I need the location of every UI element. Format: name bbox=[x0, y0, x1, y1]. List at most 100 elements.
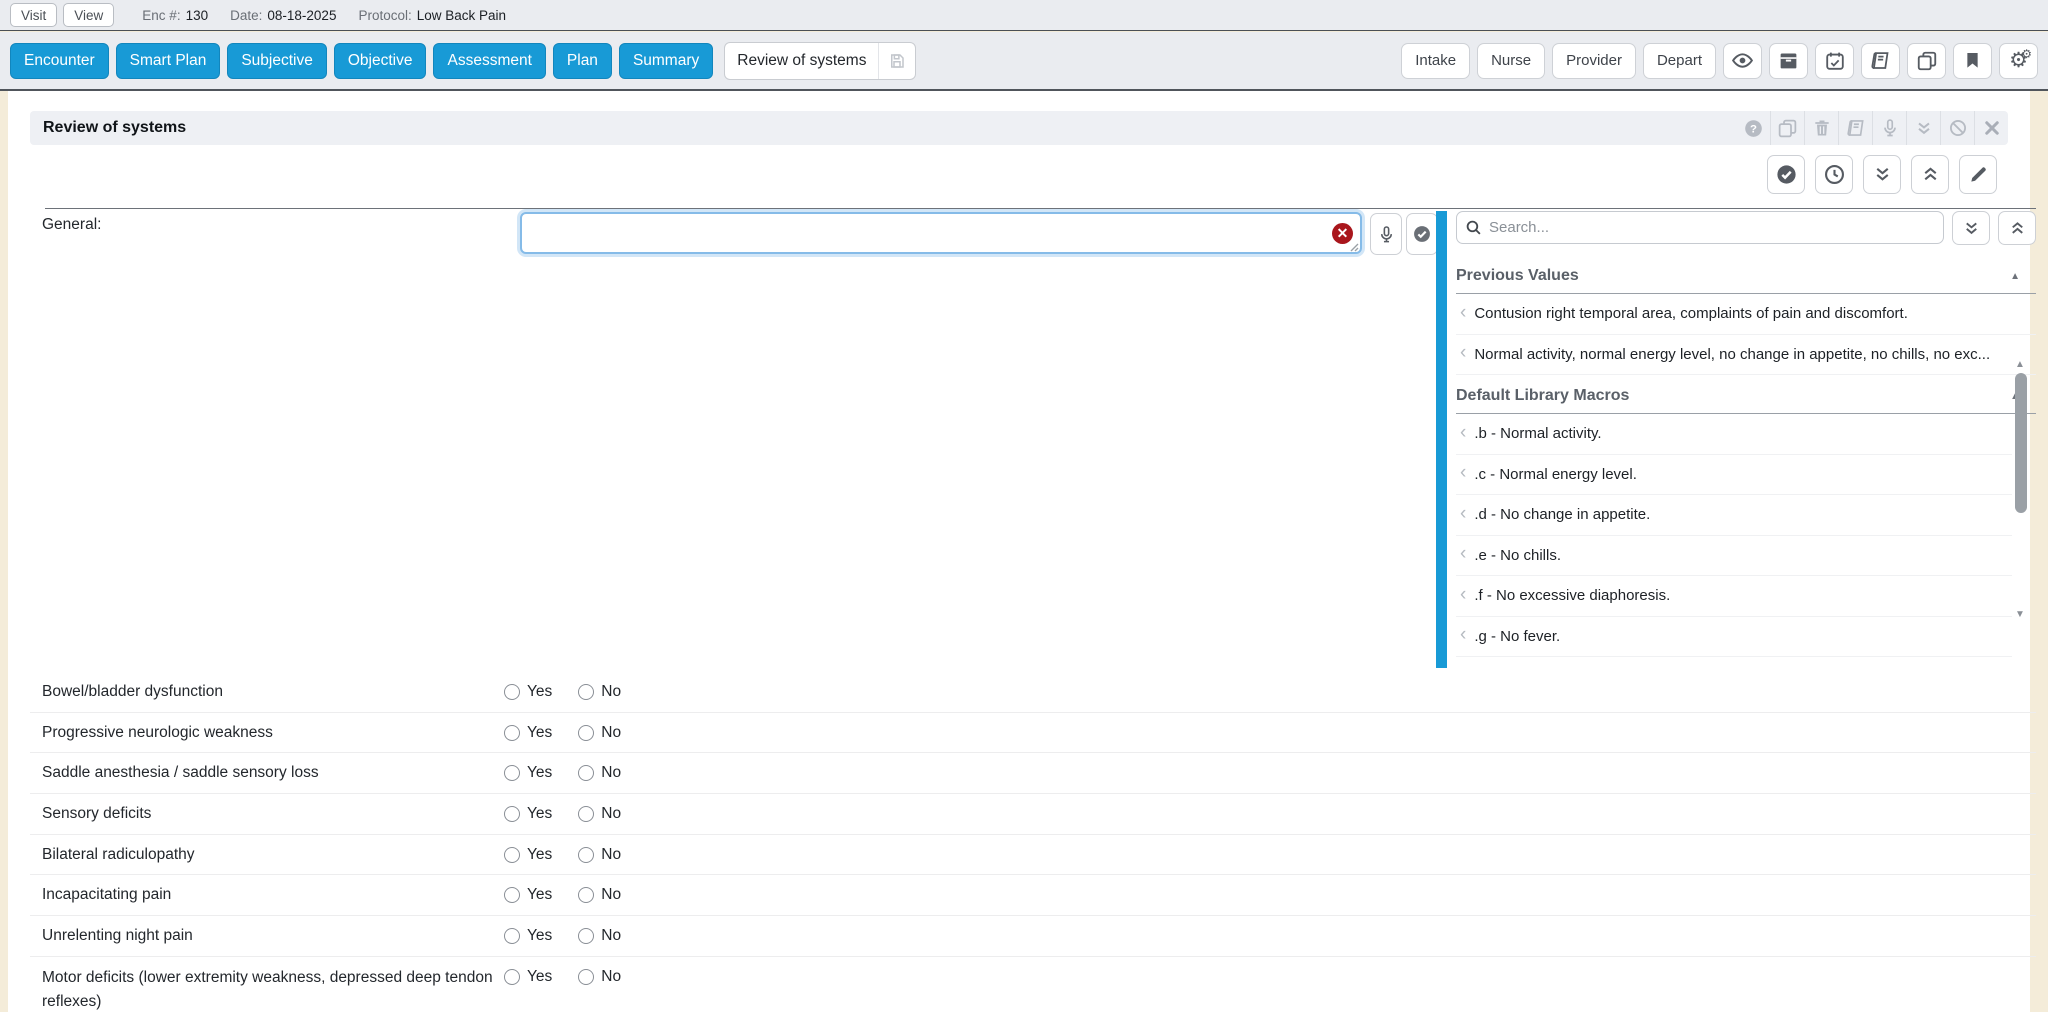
collapse-triangle-icon[interactable]: ▲ bbox=[2010, 271, 2020, 282]
scrollbar-thumb[interactable] bbox=[2015, 373, 2027, 513]
current-page-box[interactable]: Review of systems bbox=[724, 42, 916, 80]
no-radio[interactable]: No bbox=[578, 805, 621, 823]
no-radio[interactable]: No bbox=[578, 764, 621, 782]
collapse-all-button[interactable] bbox=[1911, 155, 1949, 194]
radio-circle-icon[interactable] bbox=[504, 725, 520, 741]
question-label: Saddle anesthesia / saddle sensory loss bbox=[30, 761, 504, 785]
tab-plan[interactable]: Plan bbox=[553, 43, 612, 79]
double-chevron-down-icon bbox=[1962, 219, 1981, 238]
tab-encounter[interactable]: Encounter bbox=[10, 43, 109, 79]
question-label: Incapacitating pain bbox=[30, 883, 504, 907]
yes-radio[interactable]: Yes bbox=[504, 846, 552, 864]
macro-item[interactable]: ‹.g - No fever. bbox=[1456, 617, 2012, 658]
copy-section-button[interactable] bbox=[1770, 111, 1804, 145]
previous-value-item[interactable]: ‹ Normal activity, normal energy level, … bbox=[1456, 335, 2036, 376]
expand-all-button[interactable] bbox=[1863, 155, 1901, 194]
macro-item[interactable]: ‹.b - Normal activity. bbox=[1456, 414, 2012, 455]
no-radio[interactable]: No bbox=[578, 968, 621, 986]
archive-button[interactable] bbox=[1769, 43, 1808, 79]
help-button[interactable]: ? bbox=[1736, 111, 1770, 145]
edit-button[interactable] bbox=[1959, 155, 1997, 194]
radio-circle-icon[interactable] bbox=[578, 847, 594, 863]
radio-circle-icon[interactable] bbox=[578, 725, 594, 741]
tab-objective[interactable]: Objective bbox=[334, 43, 427, 79]
search-input[interactable] bbox=[1489, 219, 1929, 236]
macros-header[interactable]: Default Library Macros ▲ bbox=[1456, 387, 2036, 414]
panel-expand-button[interactable] bbox=[1952, 211, 1990, 245]
macros-scrollbar[interactable]: ▲ ▼ bbox=[2014, 357, 2028, 626]
settings-button[interactable]: ⚙ ⚙ bbox=[1999, 43, 2038, 79]
no-label: No bbox=[601, 683, 621, 701]
radio-circle-icon[interactable] bbox=[578, 684, 594, 700]
eye-button[interactable] bbox=[1723, 43, 1762, 79]
accept-button[interactable] bbox=[1406, 213, 1438, 255]
radio-circle-icon[interactable] bbox=[504, 928, 520, 944]
radio-circle-icon[interactable] bbox=[504, 765, 520, 781]
no-radio[interactable]: No bbox=[578, 927, 621, 945]
scroll-down-icon[interactable]: ▼ bbox=[2015, 609, 2025, 620]
radio-circle-icon[interactable] bbox=[504, 847, 520, 863]
no-radio[interactable]: No bbox=[578, 724, 621, 742]
tab-smart-plan[interactable]: Smart Plan bbox=[116, 43, 221, 79]
intake-button[interactable]: Intake bbox=[1401, 43, 1470, 79]
delete-button[interactable] bbox=[1804, 111, 1838, 145]
resize-handle[interactable] bbox=[1348, 241, 1359, 252]
bookmark-button[interactable] bbox=[1953, 43, 1992, 79]
disable-section-button[interactable] bbox=[1940, 111, 1974, 145]
radio-circle-icon[interactable] bbox=[578, 887, 594, 903]
no-label: No bbox=[601, 764, 621, 782]
macro-item[interactable]: ‹.e - No chills. bbox=[1456, 536, 2012, 577]
calendar-button[interactable] bbox=[1815, 43, 1854, 79]
yes-radio[interactable]: Yes bbox=[504, 968, 552, 986]
visit-button[interactable]: Visit bbox=[10, 3, 57, 27]
nurse-button[interactable]: Nurse bbox=[1477, 43, 1545, 79]
view-button[interactable]: View bbox=[63, 3, 114, 27]
no-radio[interactable]: No bbox=[578, 846, 621, 864]
macro-item[interactable]: ‹.f - No excessive diaphoresis. bbox=[1456, 576, 2012, 617]
tab-summary[interactable]: Summary bbox=[619, 43, 713, 79]
macro-item[interactable]: ‹.c - Normal energy level. bbox=[1456, 455, 2012, 496]
previous-values-header[interactable]: Previous Values ▲ bbox=[1456, 267, 2036, 294]
scroll-up-icon[interactable]: ▲ bbox=[2015, 359, 2025, 370]
search-box bbox=[1456, 211, 1944, 244]
provider-button[interactable]: Provider bbox=[1552, 43, 1636, 79]
library-button[interactable] bbox=[1861, 43, 1900, 79]
macro-item[interactable]: ‹.d - No change in appetite. bbox=[1456, 495, 2012, 536]
previous-value-item[interactable]: ‹ Contusion right temporal area, complai… bbox=[1456, 294, 2036, 335]
yes-radio[interactable]: Yes bbox=[504, 724, 552, 742]
dictate-button[interactable] bbox=[1370, 213, 1402, 255]
radio-circle-icon[interactable] bbox=[578, 765, 594, 781]
previous-values-title: Previous Values bbox=[1456, 267, 1579, 285]
radio-circle-icon[interactable] bbox=[578, 806, 594, 822]
tab-assessment[interactable]: Assessment bbox=[433, 43, 545, 79]
no-radio[interactable]: No bbox=[578, 683, 621, 701]
radio-circle-icon[interactable] bbox=[504, 806, 520, 822]
close-section-button[interactable] bbox=[1974, 111, 2008, 145]
yes-radio[interactable]: Yes bbox=[504, 886, 552, 904]
depart-button[interactable]: Depart bbox=[1643, 43, 1716, 79]
library-section-button[interactable] bbox=[1838, 111, 1872, 145]
yes-radio[interactable]: Yes bbox=[504, 927, 552, 945]
radio-circle-icon[interactable] bbox=[504, 684, 520, 700]
radio-circle-icon[interactable] bbox=[578, 969, 594, 985]
yes-radio[interactable]: Yes bbox=[504, 683, 552, 701]
history-button[interactable] bbox=[1815, 155, 1853, 194]
radio-circle-icon[interactable] bbox=[504, 887, 520, 903]
expand-section-button[interactable] bbox=[1906, 111, 1940, 145]
yes-radio[interactable]: Yes bbox=[504, 805, 552, 823]
tab-subjective[interactable]: Subjective bbox=[227, 43, 327, 79]
yes-radio[interactable]: Yes bbox=[504, 764, 552, 782]
panel-collapse-button[interactable] bbox=[1998, 211, 2036, 245]
dictate-section-button[interactable] bbox=[1872, 111, 1906, 145]
radio-circle-icon[interactable] bbox=[504, 969, 520, 985]
general-input[interactable] bbox=[526, 216, 1316, 250]
save-icon[interactable] bbox=[879, 52, 915, 70]
copy-button[interactable] bbox=[1907, 43, 1946, 79]
complete-button[interactable] bbox=[1767, 155, 1805, 194]
no-radio[interactable]: No bbox=[578, 886, 621, 904]
radio-circle-icon[interactable] bbox=[578, 928, 594, 944]
copy-pages-icon bbox=[1916, 50, 1938, 72]
library-panel: Previous Values ▲ ‹ Contusion right temp… bbox=[1456, 211, 2036, 668]
insert-left-icon: ‹ bbox=[1460, 584, 1466, 606]
macro-item[interactable]: ‹.h - Does not have the feeling of malai… bbox=[1456, 657, 2012, 668]
